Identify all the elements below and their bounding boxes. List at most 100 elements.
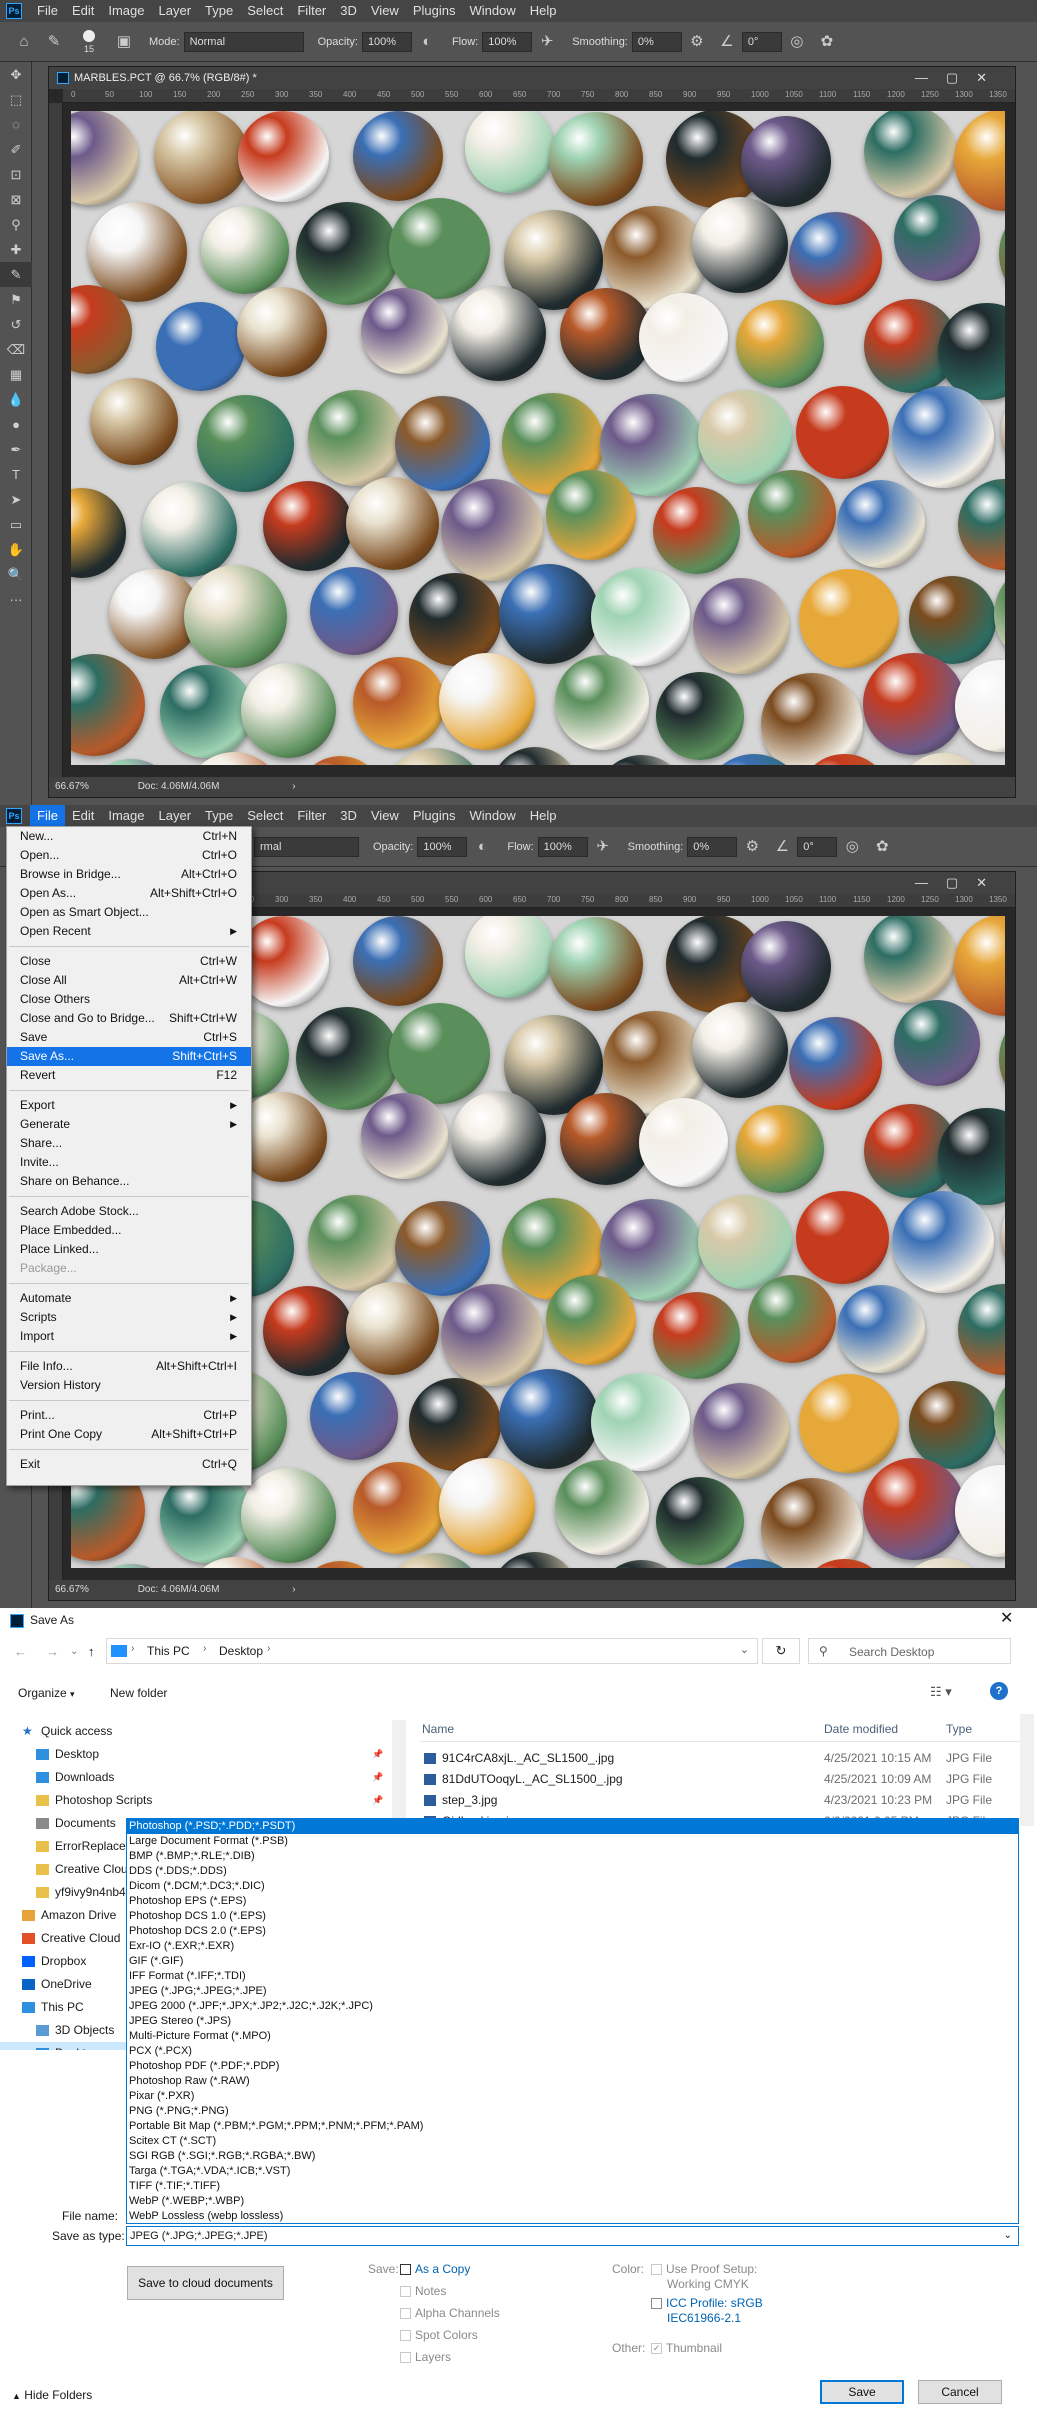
file-type-option[interactable]: PCX (*.PCX) bbox=[127, 2044, 1018, 2059]
menu-item-search-adobe-stock[interactable]: Search Adobe Stock... bbox=[7, 1202, 251, 1221]
zoom-level[interactable]: 66.67% bbox=[55, 1584, 89, 1595]
pressure-opacity-icon[interactable]: ◐ bbox=[417, 32, 437, 52]
photoshop-logo-icon[interactable]: Ps bbox=[6, 808, 22, 824]
file-type-option[interactable]: BMP (*.BMP;*.RLE;*.DIB) bbox=[127, 1849, 1018, 1864]
menu-window[interactable]: Window bbox=[462, 0, 522, 22]
breadcrumb-this-pc[interactable]: This PC bbox=[147, 1644, 190, 1658]
history-brush-icon[interactable]: ↺ bbox=[0, 312, 32, 337]
column-name[interactable]: Name bbox=[422, 1722, 454, 1736]
angle-field[interactable]: 0° bbox=[797, 836, 838, 857]
move-tool-icon[interactable]: ✥ bbox=[0, 62, 32, 87]
pressure-opacity-icon[interactable]: ◐ bbox=[472, 837, 492, 857]
menu-select[interactable]: Select bbox=[240, 805, 290, 827]
menu-item-revert[interactable]: Revert F12 bbox=[7, 1066, 251, 1085]
brush-size[interactable]: 15 bbox=[69, 29, 109, 54]
pin-icon[interactable]: 📌 bbox=[372, 1766, 383, 1789]
file-type-option[interactable]: Dicom (*.DCM;*.DC3;*.DIC) bbox=[127, 1879, 1018, 1894]
blur-tool-icon[interactable]: 💧 bbox=[0, 387, 32, 412]
home-icon[interactable]: ⌂ bbox=[14, 32, 34, 52]
menu-item-open-as-smart-object[interactable]: Open as Smart Object... bbox=[7, 903, 251, 922]
menu-select[interactable]: Select bbox=[240, 0, 290, 22]
menu-edit[interactable]: Edit bbox=[65, 805, 101, 827]
menu-type[interactable]: Type bbox=[198, 0, 240, 22]
save-type-select[interactable]: JPEG (*.JPG;*.JPEG;*.JPE) ⌄ bbox=[126, 2226, 1019, 2246]
lasso-tool-icon[interactable]: ◌ bbox=[0, 112, 32, 137]
shape-tool-icon[interactable]: ▭ bbox=[0, 512, 32, 537]
file-row[interactable]: step_3.jpg 4/23/2021 10:23 PM JPG File bbox=[420, 1790, 1020, 1811]
menu-item-save[interactable]: Save Ctrl+S bbox=[7, 1028, 251, 1047]
brush-tool-icon[interactable]: ✎ bbox=[0, 262, 32, 287]
cancel-button[interactable]: Cancel bbox=[918, 2380, 1002, 2404]
dodge-tool-icon[interactable]: ● bbox=[0, 412, 32, 437]
brush-preset-icon[interactable]: ✎ bbox=[44, 32, 64, 52]
close-icon[interactable]: ✕ bbox=[1000, 1608, 1013, 1628]
menu-item-print[interactable]: Print... Ctrl+P bbox=[7, 1406, 251, 1425]
save-option-checkbox[interactable]: Spot Colors bbox=[400, 2328, 478, 2342]
search-box[interactable]: ⚲ Search Desktop bbox=[808, 1638, 1011, 1664]
menu-layer[interactable]: Layer bbox=[152, 805, 199, 827]
file-type-option[interactable]: Photoshop (*.PSD;*.PDD;*.PSDT) bbox=[127, 1819, 1018, 1834]
file-type-option[interactable]: PNG (*.PNG;*.PNG) bbox=[127, 2104, 1018, 2119]
symmetry-icon[interactable]: ✿ bbox=[872, 837, 892, 857]
gradient-tool-icon[interactable]: ▦ bbox=[0, 362, 32, 387]
view-options-icon[interactable]: ☷ ▾ bbox=[930, 1684, 952, 1700]
organize-button[interactable]: Organize ▾ bbox=[18, 1686, 75, 1700]
menu-item-exit[interactable]: Exit Ctrl+Q bbox=[7, 1455, 251, 1474]
file-type-option[interactable]: SGI RGB (*.SGI;*.RGB;*.RGBA;*.BW) bbox=[127, 2149, 1018, 2164]
menu-item-print-one-copy[interactable]: Print One Copy Alt+Shift+Ctrl+P bbox=[7, 1425, 251, 1444]
menu-plugins[interactable]: Plugins bbox=[406, 0, 463, 22]
file-type-option[interactable]: Exr-IO (*.EXR;*.EXR) bbox=[127, 1939, 1018, 1954]
menu-item-close-others[interactable]: Close Others bbox=[7, 990, 251, 1009]
file-type-option[interactable]: TIFF (*.TIF;*.TIFF) bbox=[127, 2179, 1018, 2194]
hide-folders-button[interactable]: ▲ Hide Folders bbox=[12, 2388, 92, 2402]
angle-field[interactable]: 0° bbox=[741, 31, 782, 52]
flow-field[interactable]: 100% bbox=[482, 31, 533, 52]
file-row[interactable]: 91C4rCA8xjL._AC_SL1500_.jpg 4/25/2021 10:… bbox=[420, 1748, 1020, 1769]
brush-settings-icon[interactable]: ▣ bbox=[114, 32, 134, 52]
file-type-option[interactable]: Photoshop DCS 1.0 (*.EPS) bbox=[127, 1909, 1018, 1924]
menu-item-browse-in-bridge[interactable]: Browse in Bridge... Alt+Ctrl+O bbox=[7, 865, 251, 884]
menu-help[interactable]: Help bbox=[523, 805, 564, 827]
opacity-field[interactable]: 100% bbox=[417, 836, 468, 857]
airbrush-icon[interactable]: ✈ bbox=[537, 32, 557, 52]
chevron-down-icon[interactable]: ⌄ bbox=[740, 1643, 749, 1656]
zoom-level[interactable]: 66.67% bbox=[55, 781, 89, 792]
menu-item-close[interactable]: Close Ctrl+W bbox=[7, 952, 251, 971]
window-controls[interactable]: —▢✕ bbox=[915, 872, 1005, 894]
menu-view[interactable]: View bbox=[364, 0, 406, 22]
address-bar[interactable]: › This PC › Desktop › ⌄ bbox=[106, 1638, 758, 1664]
menu-item-open-as[interactable]: Open As... Alt+Shift+Ctrl+O bbox=[7, 884, 251, 903]
eraser-tool-icon[interactable]: ⌫ bbox=[0, 337, 32, 362]
column-date[interactable]: Date modified bbox=[824, 1722, 898, 1736]
flow-field[interactable]: 100% bbox=[537, 836, 588, 857]
mode-select[interactable]: rmal bbox=[254, 836, 359, 857]
menu-view[interactable]: View bbox=[364, 805, 406, 827]
save-option-checkbox[interactable]: Layers bbox=[400, 2350, 451, 2364]
refresh-icon[interactable]: ↻ bbox=[762, 1638, 800, 1664]
menu-item-place-embedded[interactable]: Place Embedded... bbox=[7, 1221, 251, 1240]
file-type-option[interactable]: IFF Format (*.IFF;*.TDI) bbox=[127, 1969, 1018, 1984]
pin-icon[interactable]: 📌 bbox=[372, 1789, 383, 1812]
file-type-option[interactable]: WebP Lossless (webp lossless) bbox=[127, 2209, 1018, 2224]
file-type-option[interactable]: JPEG Stereo (*.JPS) bbox=[127, 2014, 1018, 2029]
file-type-option[interactable]: Targa (*.TGA;*.VDA;*.ICB;*.VST) bbox=[127, 2164, 1018, 2179]
new-folder-button[interactable]: New folder bbox=[110, 1686, 167, 1700]
file-type-option[interactable]: Multi-Picture Format (*.MPO) bbox=[127, 2029, 1018, 2044]
menu-type[interactable]: Type bbox=[198, 805, 240, 827]
zoom-tool-icon[interactable]: 🔍 bbox=[0, 562, 32, 587]
menu-item-share-on-behance[interactable]: Share on Behance... bbox=[7, 1172, 251, 1191]
menu-file[interactable]: File bbox=[30, 0, 65, 22]
pin-icon[interactable]: 📌 bbox=[372, 1743, 383, 1766]
eyedropper-tool-icon[interactable]: ⚲ bbox=[0, 212, 32, 237]
more-tools-icon[interactable]: ··· bbox=[0, 587, 32, 612]
pen-tool-icon[interactable]: ✒ bbox=[0, 437, 32, 462]
menu-3d[interactable]: 3D bbox=[333, 805, 364, 827]
menu-item-package[interactable]: Package... bbox=[7, 1259, 251, 1278]
file-type-option[interactable]: Photoshop Raw (*.RAW) bbox=[127, 2074, 1018, 2089]
file-type-option[interactable]: Photoshop DCS 2.0 (*.EPS) bbox=[127, 1924, 1018, 1939]
window-controls[interactable]: —▢✕ bbox=[915, 67, 1005, 89]
menu-file[interactable]: File bbox=[30, 805, 65, 827]
save-button[interactable]: Save bbox=[820, 2380, 904, 2404]
menu-item-version-history[interactable]: Version History bbox=[7, 1376, 251, 1395]
menu-window[interactable]: Window bbox=[462, 805, 522, 827]
